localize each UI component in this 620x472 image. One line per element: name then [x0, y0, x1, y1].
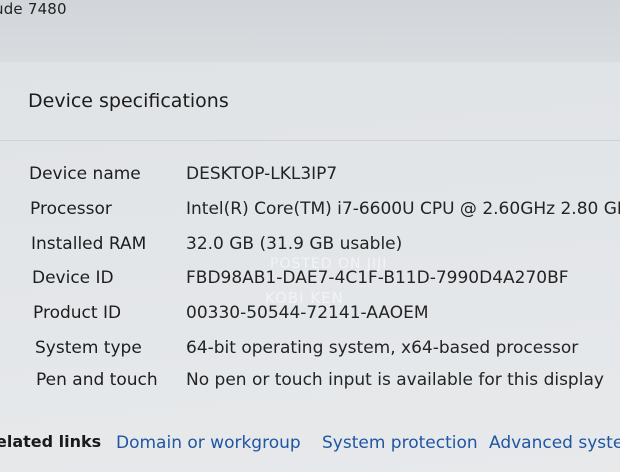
spec-label: Pen and touch [36, 370, 158, 390]
section-heading-device-specifications: Device specifications [28, 90, 229, 112]
spec-value: DESKTOP-LKL3IP7 [186, 164, 338, 184]
spec-label: Product ID [33, 303, 122, 323]
spec-label: Device ID [32, 268, 114, 288]
spec-row-device-id: Device ID FBD98AB1-DAE7-4C1F-B11D-7990D4… [0, 268, 620, 298]
spec-value: No pen or touch input is available for t… [186, 370, 604, 390]
related-links-label: elated links [0, 432, 102, 451]
window-title: ude 7480 [0, 0, 67, 18]
spec-label: System type [35, 338, 142, 358]
spec-value: FBD98AB1-DAE7-4C1F-B11D-7990D4A270BF [186, 268, 569, 288]
spec-row-processor: Processor Intel(R) Core(TM) i7-6600U CPU… [0, 199, 620, 229]
link-domain-or-workgroup[interactable]: Domain or workgroup [116, 433, 301, 453]
spec-label: Processor [30, 199, 112, 219]
spec-label: Device name [29, 164, 141, 184]
specifications-panel [0, 62, 620, 472]
spec-row-pen-and-touch: Pen and touch No pen or touch input is a… [0, 370, 620, 400]
window-header: ude 7480 [0, 0, 620, 62]
spec-row-installed-ram: Installed RAM 32.0 GB (31.9 GB usable) [0, 234, 620, 264]
link-advanced-system-settings[interactable]: Advanced system [489, 433, 620, 453]
spec-row-product-id: Product ID 00330-50544-72141-AAOEM [0, 303, 620, 333]
spec-row-system-type: System type 64-bit operating system, x64… [0, 338, 620, 368]
section-divider [0, 140, 620, 141]
link-system-protection[interactable]: System protection [322, 433, 478, 453]
spec-value: 64-bit operating system, x64-based proce… [186, 338, 579, 358]
related-links-bar: elated links Domain or workgroup System … [0, 422, 620, 462]
spec-value: 00330-50544-72141-AAOEM [186, 303, 429, 323]
spec-value: Intel(R) Core(TM) i7-6600U CPU @ 2.60GHz… [186, 199, 620, 219]
spec-label: Installed RAM [31, 234, 147, 254]
spec-value: 32.0 GB (31.9 GB usable) [186, 234, 403, 254]
spec-row-device-name: Device name DESKTOP-LKL3IP7 [0, 164, 620, 194]
